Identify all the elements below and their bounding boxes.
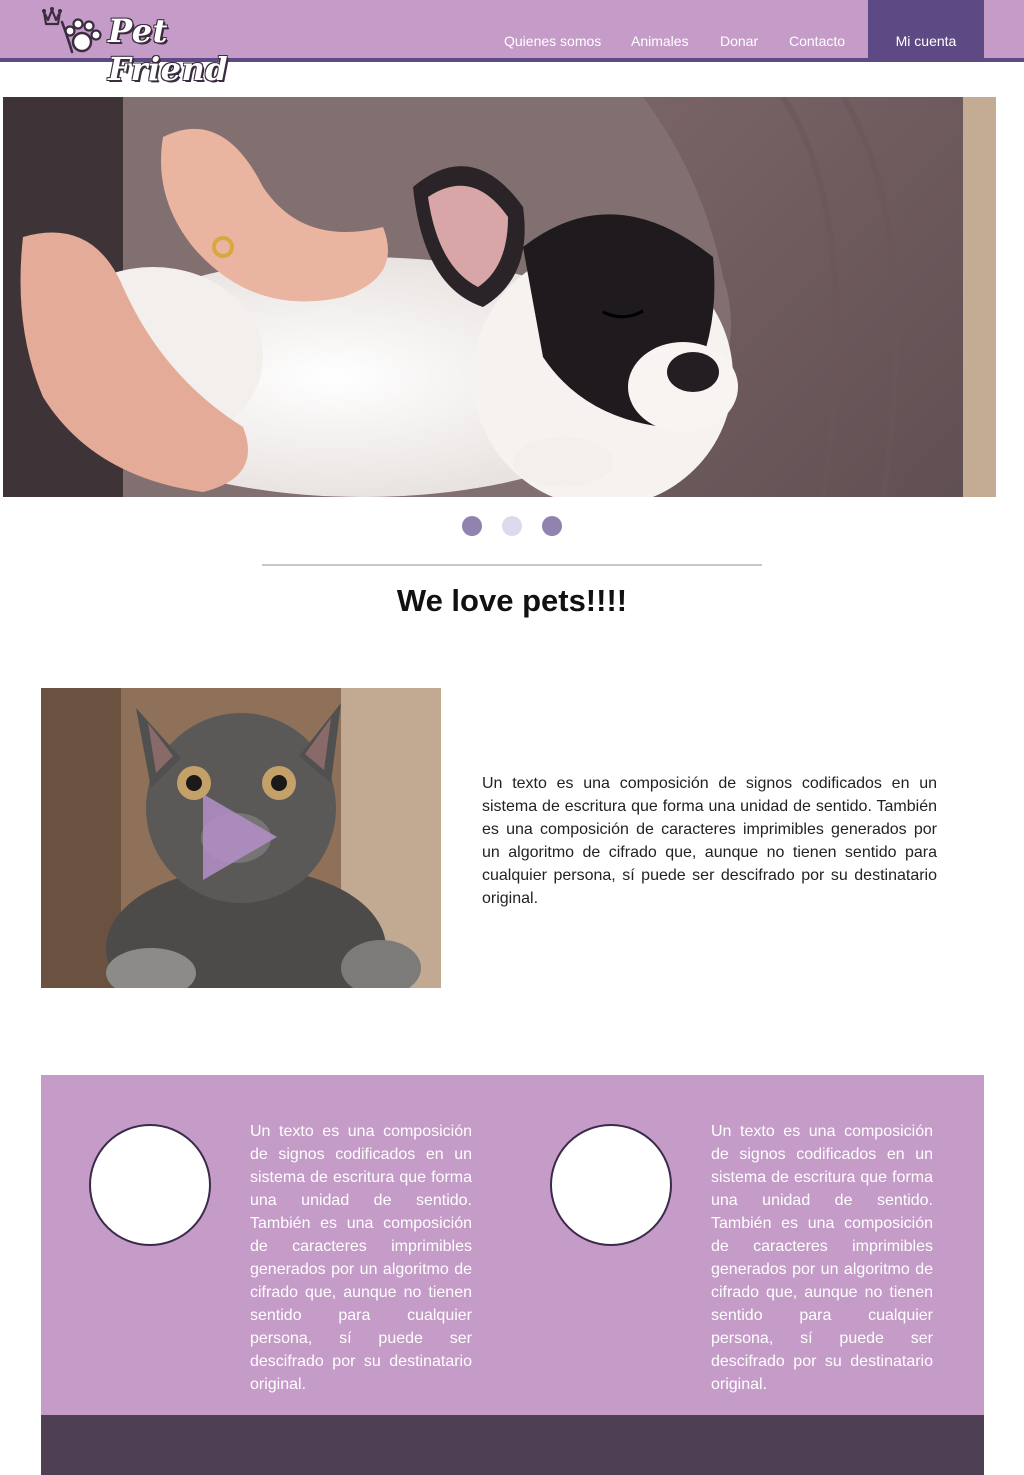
- nav-animales[interactable]: Animales: [631, 33, 689, 49]
- carousel-dot-3[interactable]: [542, 516, 562, 536]
- logo[interactable]: Pet Friend: [38, 4, 248, 88]
- section-divider: [262, 564, 762, 566]
- play-icon[interactable]: [201, 792, 281, 882]
- carousel-dot-2[interactable]: [502, 516, 522, 536]
- hero-illustration: [3, 97, 996, 497]
- feature-text-1: Un texto es una composición de signos co…: [250, 1123, 472, 1393]
- feature-icon-placeholder-1: [89, 1124, 211, 1246]
- nav-contacto[interactable]: Contacto: [789, 33, 845, 49]
- nav-donar[interactable]: Donar: [720, 33, 758, 49]
- feature-icon-placeholder-2: [550, 1124, 672, 1246]
- brand-name: Pet Friend: [108, 12, 229, 88]
- site-footer: [41, 1415, 984, 1475]
- site-header: Pet Friend Quienes somos Animales Donar …: [0, 0, 1024, 88]
- intro-paragraph: Un texto es una composición de signos co…: [482, 775, 937, 907]
- video-thumbnail-kitten[interactable]: [41, 688, 441, 988]
- paw-crown-icon: [42, 7, 102, 54]
- page-headline: We love pets!!!!: [396, 583, 628, 618]
- nav-quienes-somos[interactable]: Quienes somos: [504, 33, 601, 49]
- feature-text-2: Un texto es una composición de signos co…: [711, 1123, 933, 1393]
- features-section: Un texto es una composición de signos co…: [41, 1075, 984, 1415]
- hero-image-puppy: [3, 97, 996, 497]
- nav-mi-cuenta-button[interactable]: Mi cuenta: [868, 0, 984, 58]
- carousel-dot-1[interactable]: [462, 516, 482, 536]
- carousel-dots: [0, 516, 1024, 536]
